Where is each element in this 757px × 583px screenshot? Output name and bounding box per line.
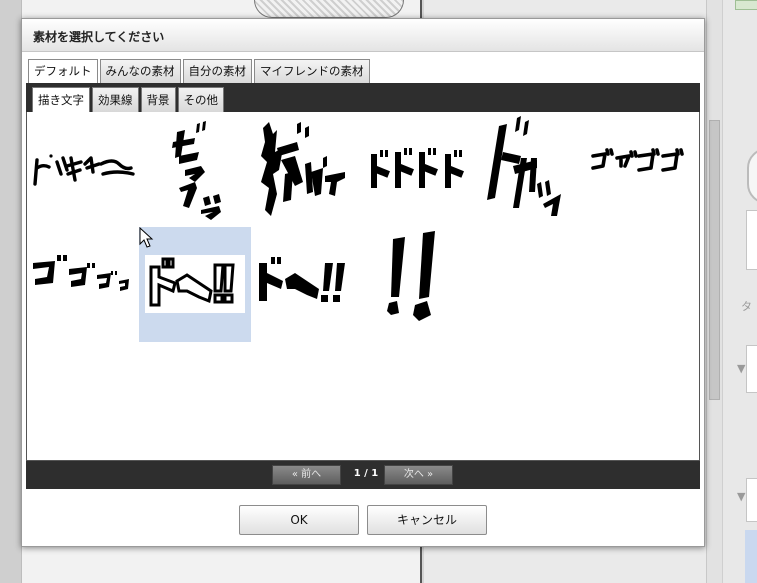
tab-background[interactable]: 背景 [140, 87, 176, 112]
material-image-gogogo [591, 148, 684, 172]
source-tabs: デフォルト みんなの素材 自分の素材 マイフレンドの素材 [28, 59, 372, 83]
material-image-bikuh [172, 121, 221, 220]
background-scrollbar[interactable] [706, 0, 722, 583]
material-image-dododo [371, 148, 464, 188]
material-select-dialog: 素材を選択してください デフォルト みんなの素材 自分の素材 マイフレンドの素材… [21, 18, 705, 547]
background-right-panel: タ ▼ ▼ [722, 0, 757, 583]
material-item-gogogo-large[interactable] [27, 227, 139, 342]
tab-my-materials[interactable]: 自分の素材 [182, 59, 252, 83]
material-image-don-solid [259, 257, 345, 302]
tab-default[interactable]: デフォルト [28, 59, 98, 83]
pagination-bar: « 前へ 1 / 1 次へ » [26, 461, 700, 489]
background-box [746, 345, 757, 393]
background-highlight [745, 530, 757, 583]
next-page-button[interactable]: 次へ » [384, 465, 453, 485]
background-arrow-icon: ▼ [737, 362, 746, 375]
background-box [746, 210, 757, 270]
material-item-dobaa[interactable] [251, 112, 363, 227]
material-grid [26, 112, 700, 461]
background-circle [747, 148, 757, 204]
material-item-double-exclamation[interactable] [363, 227, 475, 342]
background-sketch [254, 0, 404, 18]
material-image-double-exclamation [387, 231, 435, 321]
material-item-don-outline[interactable] [139, 227, 251, 342]
background-box [746, 478, 757, 522]
category-tabs: 描き文字 効果線 背景 その他 [32, 87, 226, 112]
material-item-dosah[interactable] [475, 112, 587, 227]
cancel-button[interactable]: キャンセル [367, 505, 487, 535]
ok-button[interactable]: OK [239, 505, 359, 535]
page-indicator: 1 / 1 [353, 468, 379, 479]
material-image-gogogo-large [33, 255, 129, 291]
material-item-gogogo[interactable] [587, 112, 699, 227]
tab-drawn-text[interactable]: 描き文字 [32, 87, 90, 112]
prev-page-button[interactable]: « 前へ [272, 465, 341, 485]
material-item-don-solid[interactable] [251, 227, 363, 342]
dialog-title: 素材を選択してください [33, 30, 165, 44]
material-item-pikkiin[interactable] [27, 112, 139, 227]
category-bar: 描き文字 効果線 背景 その他 [26, 83, 700, 112]
material-image-dosah [487, 116, 561, 216]
material-image-dobaa [261, 122, 345, 216]
tab-everyone-materials[interactable]: みんなの素材 [99, 59, 181, 83]
tab-effect-lines[interactable]: 効果線 [92, 87, 139, 112]
tab-my-friend-materials[interactable]: マイフレンドの素材 [254, 59, 370, 83]
tab-other[interactable]: その他 [177, 87, 224, 112]
material-image-don-outline [145, 255, 245, 313]
background-left-panel [0, 0, 22, 583]
dialog-titlebar[interactable]: 素材を選択してください [22, 19, 704, 52]
mouse-pointer-icon [139, 227, 154, 248]
material-item-dododo[interactable] [363, 112, 475, 227]
background-scrollbar-thumb[interactable] [709, 120, 720, 400]
background-tab [735, 0, 757, 10]
background-glyph: タ [741, 300, 752, 313]
material-item-bikuh[interactable] [139, 112, 251, 227]
material-image-pikkiin [33, 154, 135, 186]
background-arrow-icon: ▼ [737, 490, 746, 503]
